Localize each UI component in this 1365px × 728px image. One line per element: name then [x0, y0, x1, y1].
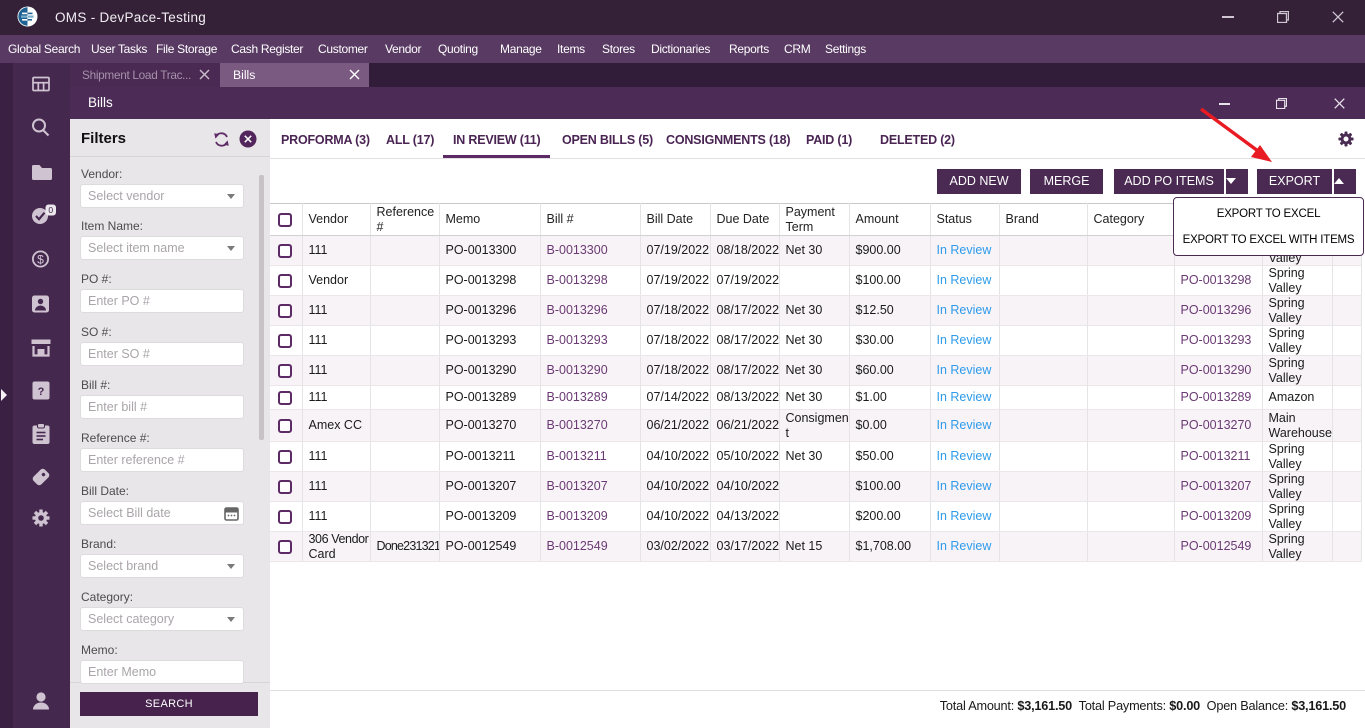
svg-text:?: ?: [38, 386, 45, 398]
svg-text:0: 0: [48, 205, 53, 215]
svg-text:$: $: [37, 253, 44, 267]
